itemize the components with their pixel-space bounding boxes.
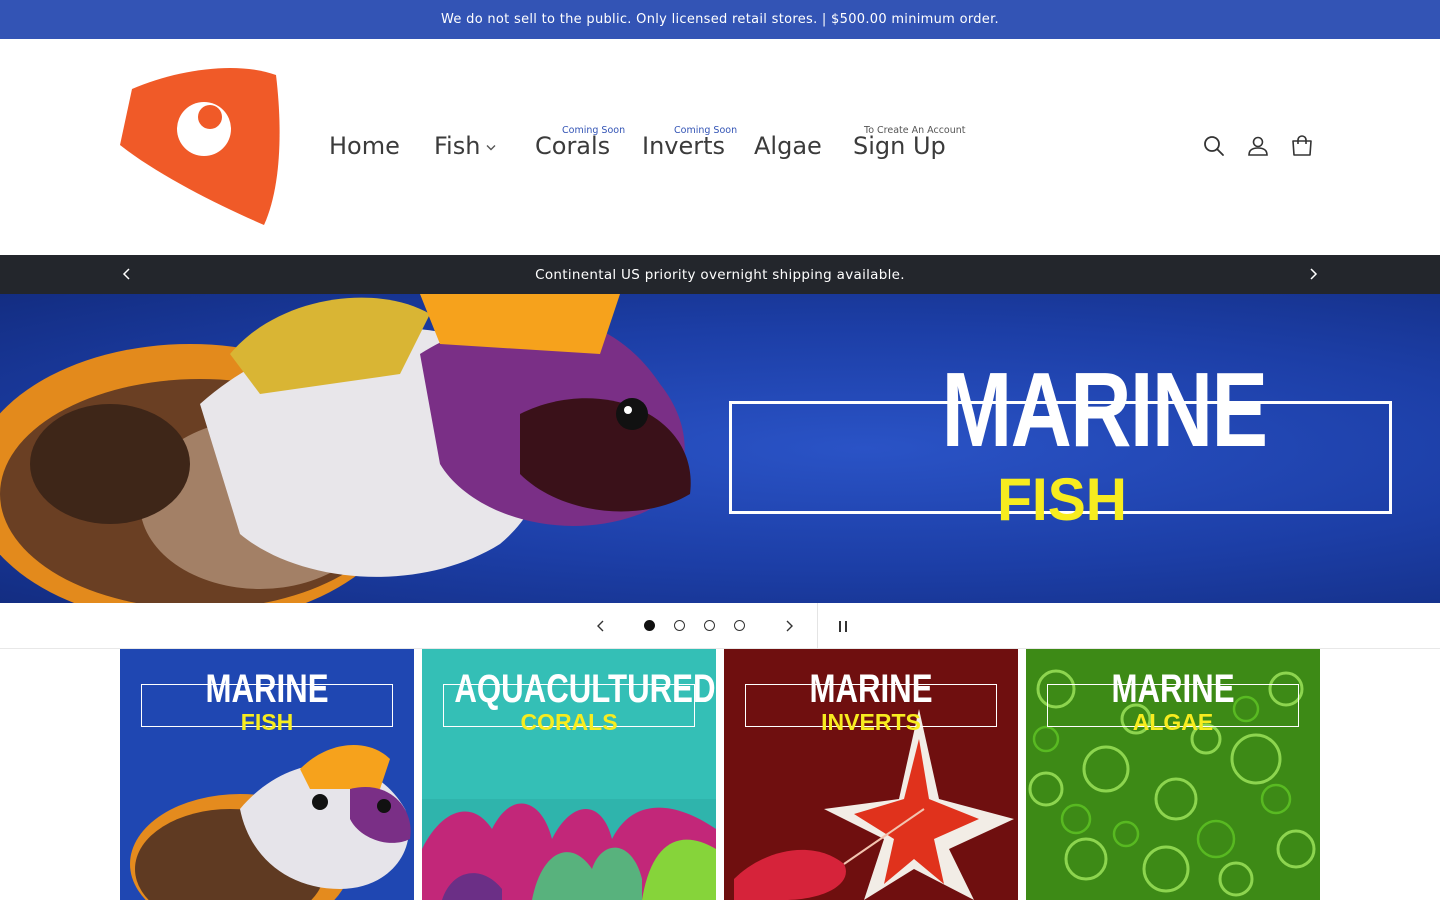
shipping-text: Continental US priority overnight shippi… xyxy=(535,266,905,283)
tile-title: MARINE xyxy=(1111,667,1235,711)
pause-icon[interactable] xyxy=(836,620,850,633)
slide-dot-4[interactable] xyxy=(734,620,745,631)
search-icon[interactable] xyxy=(1202,134,1226,158)
announcement-bar: We do not sell to the public. Only licen… xyxy=(0,0,1440,39)
cart-icon[interactable] xyxy=(1290,134,1314,158)
tile-aquacultured-corals[interactable]: AQUACULTURED CORALS xyxy=(422,649,716,900)
slider-controls xyxy=(0,603,1440,649)
account-icon[interactable] xyxy=(1246,134,1270,158)
announcement-text: We do not sell to the public. Only licen… xyxy=(441,12,999,27)
chevron-down-icon xyxy=(486,144,496,150)
nav-algae[interactable]: Algae xyxy=(754,131,822,161)
nav-home[interactable]: Home xyxy=(329,131,400,161)
site-header: Home Fish Coming Soon Corals Coming Soon… xyxy=(0,39,1440,255)
tile-subtitle: FISH xyxy=(240,709,294,735)
tile-title: AQUACULTURED xyxy=(454,667,716,711)
nav-corals[interactable]: Corals xyxy=(535,131,610,161)
tile-marine-algae[interactable]: MARINE ALGAE xyxy=(1026,649,1320,900)
shipping-bar: Continental US priority overnight shippi… xyxy=(0,255,1440,294)
nav-fish-label: Fish xyxy=(434,132,481,160)
slide-dot-2[interactable] xyxy=(674,620,685,631)
divider xyxy=(817,603,818,649)
tile-marine-fish[interactable]: MARINE FISH xyxy=(120,649,414,900)
nav-fish[interactable]: Fish xyxy=(434,131,496,161)
chevron-left-icon[interactable] xyxy=(594,619,608,633)
slide-dot-3[interactable] xyxy=(704,620,715,631)
hero-subtitle: FISH xyxy=(997,466,1127,533)
hero-title: MARINE xyxy=(941,351,1268,469)
slide-dot-1[interactable] xyxy=(644,620,655,631)
nav-inverts[interactable]: Inverts xyxy=(642,131,725,161)
tile-title: MARINE xyxy=(205,667,329,711)
tile-subtitle: ALGAE xyxy=(1132,709,1214,735)
hero-banner[interactable]: MARINE FISH xyxy=(0,294,1440,603)
category-tiles: MARINE FISH AQUACULTURED CORALS MARINE I… xyxy=(120,649,1320,900)
tile-marine-inverts[interactable]: MARINE INVERTS xyxy=(724,649,1018,900)
chevron-right-icon[interactable] xyxy=(1306,267,1320,281)
nav-signup[interactable]: Sign Up xyxy=(853,131,946,161)
tile-subtitle: CORALS xyxy=(520,709,618,735)
tile-title: MARINE xyxy=(809,667,933,711)
chevron-right-icon[interactable] xyxy=(782,619,796,633)
tile-subtitle: INVERTS xyxy=(821,709,921,735)
